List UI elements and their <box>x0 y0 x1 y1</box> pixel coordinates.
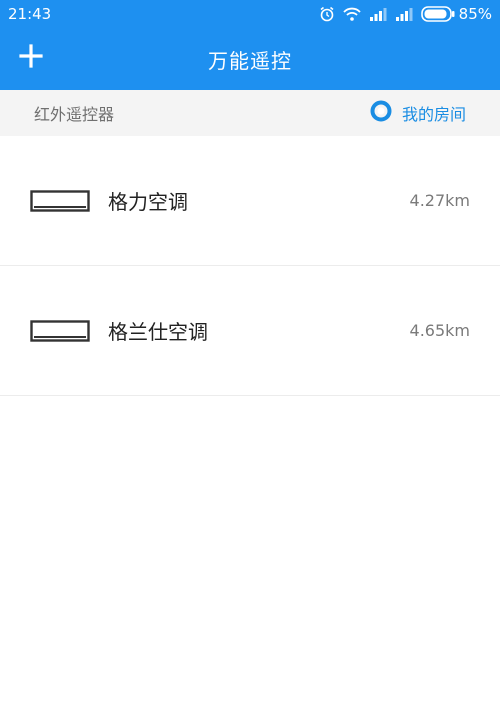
page-title: 万能遥控 <box>208 48 292 73</box>
section-label: 红外遥控器 <box>34 105 115 124</box>
plus-icon <box>19 44 43 72</box>
signal-icon <box>395 7 413 21</box>
location-ring-icon <box>370 100 392 126</box>
air-conditioner-icon <box>30 319 90 342</box>
device-distance: 4.27km <box>409 191 470 210</box>
my-room-button[interactable]: 我的房间 <box>370 100 466 126</box>
alarm-icon <box>319 6 335 22</box>
device-name: 格兰仕空调 <box>108 320 208 344</box>
list-item[interactable]: 格兰仕空调 4.65km <box>0 266 500 396</box>
device-name: 格力空调 <box>108 190 188 214</box>
wifi-icon <box>343 7 361 21</box>
signal-icon <box>369 7 387 21</box>
section-header: 红外遥控器 我的房间 <box>0 90 500 136</box>
device-distance: 4.65km <box>409 321 470 340</box>
app-bar: 万能遥控 <box>0 28 500 90</box>
app-header: 21:43 85% 万能遥控 <box>0 0 500 90</box>
add-remote-button[interactable] <box>14 41 48 75</box>
battery-level: 85% <box>458 5 492 23</box>
air-conditioner-icon <box>30 189 90 212</box>
status-time: 21:43 <box>8 5 52 23</box>
list-item[interactable]: 格力空调 4.27km <box>0 136 500 266</box>
battery-status: 85% <box>420 5 492 23</box>
battery-icon <box>420 6 455 22</box>
status-icons: 85% <box>319 5 492 23</box>
my-room-label: 我的房间 <box>401 105 466 124</box>
device-list: 格力空调 4.27km 格兰仕空调 4.65km <box>0 136 500 396</box>
status-bar: 21:43 85% <box>0 0 500 28</box>
